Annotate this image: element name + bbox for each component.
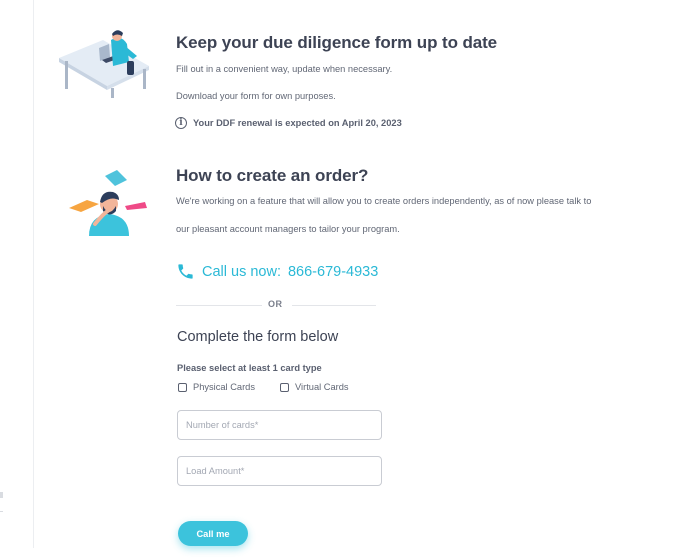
call-us-number: 866-679-4933 bbox=[287, 263, 379, 280]
call-us-label: Call us now: bbox=[202, 263, 281, 280]
call-me-button[interactable]: Call me bbox=[178, 521, 248, 546]
left-panel-marker bbox=[0, 492, 3, 498]
divider-line bbox=[292, 305, 376, 306]
order-description-line: our pleasant account managers to tailor … bbox=[176, 224, 400, 234]
checkbox-box[interactable] bbox=[280, 382, 289, 392]
ddf-description-line: Fill out in a convenient way, update whe… bbox=[176, 64, 393, 74]
card-type-label: Please select at least 1 card type bbox=[177, 363, 322, 373]
ddf-renewal-notice: i Your DDF renewal is expected on April … bbox=[175, 117, 402, 129]
phone-icon bbox=[178, 264, 193, 279]
number-of-cards-input[interactable] bbox=[177, 410, 382, 440]
physical-cards-checkbox[interactable]: Physical Cards bbox=[178, 382, 255, 392]
order-description-line: We're working on a feature that will all… bbox=[176, 196, 592, 206]
ddf-description-line: Download your form for own purposes. bbox=[176, 91, 336, 101]
call-us-link[interactable]: Call us now: 866-679-4933 bbox=[176, 262, 378, 281]
virtual-cards-checkbox[interactable]: Virtual Cards bbox=[280, 382, 349, 392]
checkbox-box[interactable] bbox=[178, 382, 187, 392]
left-panel-border bbox=[33, 0, 34, 548]
thinking-person-illustration bbox=[69, 170, 147, 236]
load-amount-input[interactable] bbox=[177, 456, 382, 486]
virtual-cards-label: Virtual Cards bbox=[295, 382, 349, 392]
ddf-renewal-text: Your DDF renewal is expected on April 20… bbox=[193, 118, 402, 128]
ddf-heading: Keep your due diligence form up to date bbox=[176, 33, 498, 52]
order-heading: How to create an order? bbox=[176, 166, 369, 185]
form-heading: Complete the form below bbox=[177, 329, 339, 345]
divider-line bbox=[176, 305, 262, 306]
or-divider-text: OR bbox=[268, 299, 283, 309]
info-icon: i bbox=[175, 117, 187, 129]
desk-illustration bbox=[59, 30, 149, 98]
left-panel-marker bbox=[0, 511, 3, 512]
physical-cards-label: Physical Cards bbox=[193, 382, 256, 392]
